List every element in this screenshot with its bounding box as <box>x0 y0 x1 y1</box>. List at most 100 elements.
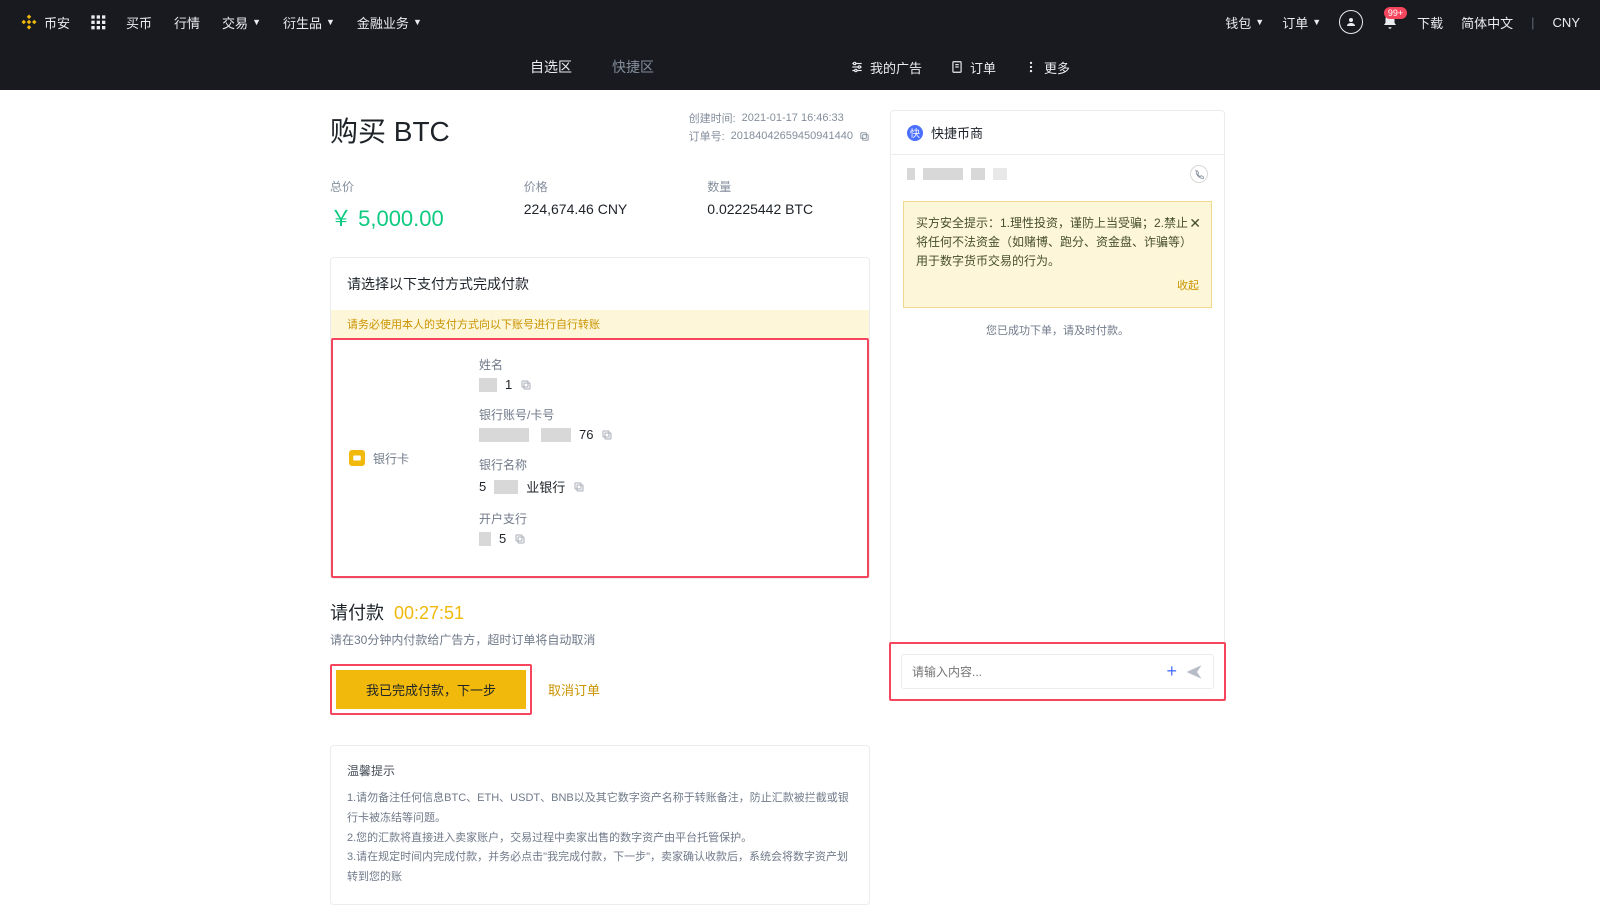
price-row: 总价 ￥ 5,000.00 价格 224,674.46 CNY 数量 0.022… <box>330 178 870 233</box>
sub-nav: 自选区 快捷区 我的广告 订单 更多 <box>0 44 1600 90</box>
qty-label: 数量 <box>707 178 813 195</box>
payment-card: 请选择以下支付方式完成付款 请务必使用本人的支付方式向以下账号进行自行转账 银行… <box>330 257 870 579</box>
name-label: 姓名 <box>479 356 613 373</box>
chevron-down-icon: ▼ <box>1312 17 1321 27</box>
method-name: 银行卡 <box>349 356 409 560</box>
plus-icon[interactable]: + <box>1166 661 1177 682</box>
payment-warning: 请务必使用本人的支付方式向以下账号进行自行转账 <box>331 310 869 338</box>
total-col: 总价 ￥ 5,000.00 <box>330 178 444 233</box>
copy-icon[interactable] <box>601 429 613 441</box>
nav-items: 买币 行情 交易▼ 衍生品▼ 金融业务▼ <box>126 13 422 32</box>
copy-icon[interactable] <box>514 533 526 545</box>
send-icon[interactable] <box>1185 663 1203 681</box>
nav-orders[interactable]: 订单▼ <box>1282 13 1321 32</box>
more-vertical-icon <box>1024 60 1038 74</box>
total-label: 总价 <box>330 178 444 195</box>
order-header: 购买 BTC 创建时间: 2021-01-17 16:46:33 订单号: 2018… <box>330 110 870 150</box>
merchant-header: 快 快捷币商 <box>891 111 1224 155</box>
action-more[interactable]: 更多 <box>1024 58 1070 77</box>
brand-logo[interactable]: 币安 <box>20 13 70 32</box>
copy-icon[interactable] <box>859 131 870 142</box>
countdown-time: 00:27:51 <box>394 603 464 624</box>
chevron-down-icon: ▼ <box>1255 17 1264 27</box>
notification-badge: 99+ <box>1384 7 1407 19</box>
nav-buy[interactable]: 买币 <box>126 13 152 32</box>
created-label: 创建时间: <box>689 110 736 126</box>
price-label: 价格 <box>524 178 628 195</box>
chevron-down-icon: ▼ <box>252 17 261 27</box>
countdown-label: 请付款 <box>330 599 384 625</box>
copy-icon[interactable] <box>520 379 532 391</box>
close-icon[interactable]: ✕ <box>1189 212 1201 234</box>
phone-icon[interactable] <box>1190 165 1208 183</box>
price-col: 价格 224,674.46 CNY <box>524 178 628 233</box>
nav-finance[interactable]: 金融业务▼ <box>357 13 422 32</box>
total-value: ￥ 5,000.00 <box>330 201 444 233</box>
merchant-badge-icon: 快 <box>907 125 923 141</box>
action-buttons: 我已完成付款，下一步 取消订单 <box>330 664 870 715</box>
tip-1: 1.请勿备注任何信息BTC、ETH、USDT、BNB以及其它数字资产名称于转账备… <box>347 789 853 829</box>
nav-markets[interactable]: 行情 <box>174 13 200 32</box>
branch-value: 5 <box>479 531 613 546</box>
document-icon <box>950 60 964 74</box>
apps-grid-icon[interactable] <box>90 14 106 30</box>
user-icon[interactable] <box>1339 10 1363 34</box>
nav-lang[interactable]: 简体中文 <box>1461 13 1513 32</box>
merchant-info <box>891 155 1224 193</box>
payment-fields: 姓名 1 银行账号/卡号 76 银行名称 5业银行 开户支行 5 <box>479 356 613 560</box>
order-title: 购买 BTC <box>330 110 450 150</box>
nav-wallet[interactable]: 钱包▼ <box>1225 13 1264 32</box>
merchant-name: 快捷币商 <box>931 123 983 142</box>
cancel-order-link[interactable]: 取消订单 <box>548 680 600 699</box>
orderno-label: 订单号: <box>689 128 725 144</box>
orderno-value: 20184042659450941440 <box>731 130 853 142</box>
paid-next-button[interactable]: 我已完成付款，下一步 <box>336 670 526 709</box>
collapse-link[interactable]: 收起 <box>916 278 1199 296</box>
tab-express[interactable]: 快捷区 <box>612 57 654 77</box>
nav-derivatives[interactable]: 衍生品▼ <box>283 13 335 32</box>
tips-title: 温馨提示 <box>347 762 853 779</box>
subnav-actions: 我的广告 订单 更多 <box>850 58 1070 77</box>
qty-value: 0.02225442 BTC <box>707 201 813 217</box>
account-label: 银行账号/卡号 <box>479 406 613 423</box>
chat-status: 您已成功下单，请及时付款。 <box>891 316 1224 344</box>
chat-input[interactable] <box>912 665 1158 679</box>
price-value: 224,674.46 CNY <box>524 201 628 217</box>
alert-text: 买方安全提示：1.理性投资，谨防上当受骗；2.禁止将任何不法资金（如赌博、跑分、… <box>916 216 1192 268</box>
account-value: 76 <box>479 427 613 442</box>
nav-download[interactable]: 下载 <box>1417 13 1443 32</box>
brand-text: 币安 <box>44 13 70 32</box>
bank-card-icon <box>349 450 365 466</box>
qty-col: 数量 0.02225442 BTC <box>707 178 813 233</box>
divider: | <box>1531 15 1534 30</box>
action-orders[interactable]: 订单 <box>950 58 996 77</box>
tab-custom[interactable]: 自选区 <box>530 57 572 77</box>
payment-title: 请选择以下支付方式完成付款 <box>331 258 869 310</box>
left-column: 购买 BTC 创建时间: 2021-01-17 16:46:33 订单号: 2018… <box>330 110 870 905</box>
action-my-ads[interactable]: 我的广告 <box>850 58 922 77</box>
branch-label: 开户支行 <box>479 510 613 527</box>
main-content: 购买 BTC 创建时间: 2021-01-17 16:46:33 订单号: 2018… <box>330 90 1530 905</box>
copy-icon[interactable] <box>573 481 585 493</box>
nav-trade[interactable]: 交易▼ <box>222 13 261 32</box>
nav-currency[interactable]: CNY <box>1553 15 1580 30</box>
order-meta: 创建时间: 2021-01-17 16:46:33 订单号: 20184042659… <box>689 110 870 146</box>
tip-2: 2.您的汇款将直接进入卖家账户，交易过程中卖家出售的数字资产由平台托管保护。 <box>347 829 853 849</box>
tips-box: 温馨提示 1.请勿备注任何信息BTC、ETH、USDT、BNB以及其它数字资产名… <box>330 745 870 905</box>
name-value: 1 <box>479 377 613 392</box>
nav-right: 钱包▼ 订单▼ 99+ 下载 简体中文 | CNY <box>1225 10 1580 34</box>
binance-logo-icon <box>20 13 38 31</box>
sliders-icon <box>850 60 864 74</box>
countdown-note: 请在30分钟内付款给广告方，超时订单将自动取消 <box>330 631 870 648</box>
payment-method[interactable]: 银行卡 姓名 1 银行账号/卡号 76 银行名称 5业银行 <box>331 338 869 578</box>
bank-label: 银行名称 <box>479 456 613 473</box>
chat-input-area: + <box>889 642 1226 701</box>
subnav-tabs: 自选区 快捷区 <box>530 57 654 77</box>
countdown: 请付款 00:27:51 <box>330 599 870 625</box>
chat-body <box>891 344 1224 642</box>
created-value: 2021-01-17 16:46:33 <box>742 112 844 124</box>
bank-value: 5业银行 <box>479 477 613 496</box>
chevron-down-icon: ▼ <box>326 17 335 27</box>
top-nav: 币安 买币 行情 交易▼ 衍生品▼ 金融业务▼ 钱包▼ 订单▼ 99+ 下载 简… <box>0 0 1600 44</box>
notifications-icon[interactable]: 99+ <box>1381 13 1399 31</box>
